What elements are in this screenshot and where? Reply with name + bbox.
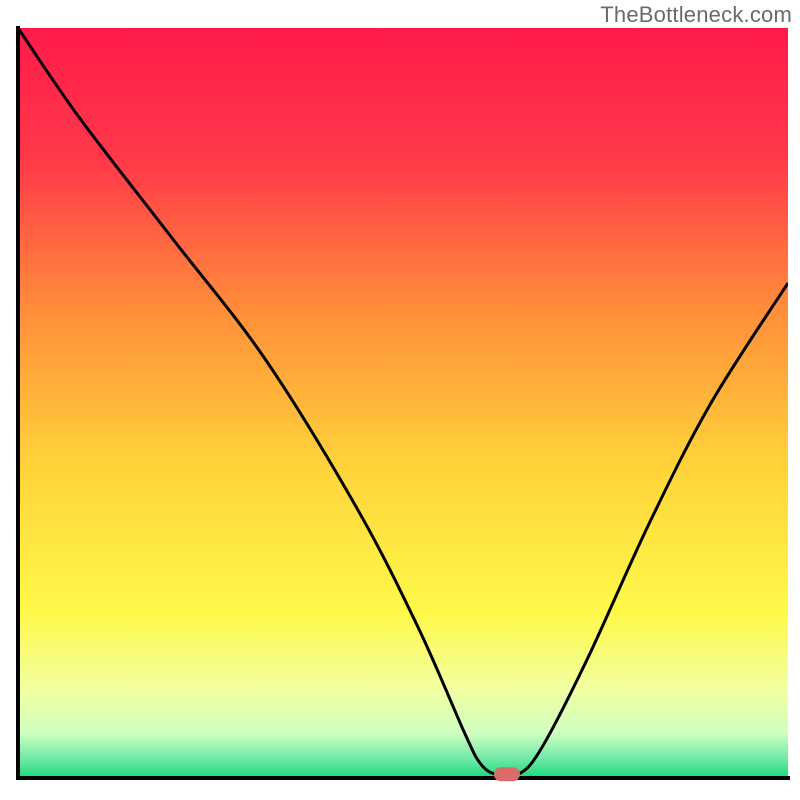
bottleneck-chart (0, 0, 800, 800)
optimum-marker (494, 767, 520, 781)
chart-container: TheBottleneck.com (0, 0, 800, 800)
watermark-text: TheBottleneck.com (600, 2, 792, 28)
plot-background (18, 28, 788, 778)
